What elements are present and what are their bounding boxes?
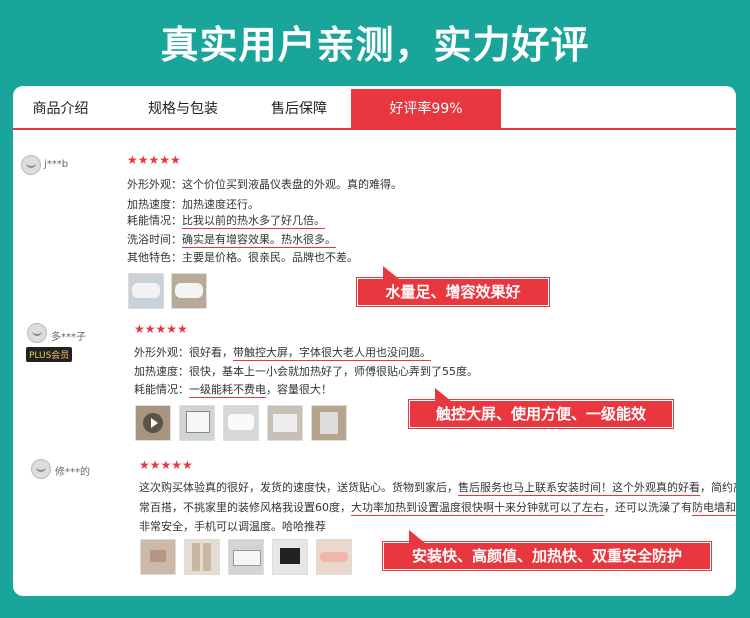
tab-product-intro[interactable]: 商品介绍: [13, 89, 108, 129]
review-line: 非常安全，手机可以调温度。哈哈推荐: [139, 520, 326, 533]
callout-banner: 水量足、增容效果好: [357, 278, 549, 306]
review-line: 常百搭，不挑家里的装修风格我设置60度，大功率加热到设置温度很快啊十来分钟就可以…: [139, 499, 736, 516]
review-line: 外形外观：这个价位买到液晶仪表盘的外观。真的难得。: [127, 178, 402, 191]
user-name: 多***子: [51, 332, 86, 343]
review-photo[interactable]: [171, 273, 207, 309]
review-card: 商品介绍 规格与包装 售后保障 好评率99% j***b ★★★★★ 外形外观：…: [13, 86, 736, 596]
review-line: 其他特色：主要是价格。很亲民。品牌也不差。: [127, 251, 358, 264]
avatar: [21, 155, 41, 175]
tab-underline: [13, 128, 736, 130]
user-name: 修***的: [55, 467, 90, 478]
review-photo[interactable]: [272, 539, 308, 575]
review-line: 耗能情况：比我以前的热水多了好几倍。: [127, 214, 325, 229]
tab-bar: 商品介绍 规格与包装 售后保障 好评率99%: [13, 89, 736, 129]
callout-banner: 安装快、高颜值、加热快、双重安全防护: [383, 542, 711, 570]
avatar: [27, 323, 47, 343]
review-line: 这次购买体验真的很好，发货的速度快，送货贴心。货物到家后，售后服务也马上联系安装…: [139, 481, 736, 496]
tab-after-sales[interactable]: 售后保障: [245, 89, 353, 129]
star-rating: ★★★★★: [134, 322, 188, 336]
review-photo[interactable]: [179, 405, 215, 441]
review-photo[interactable]: [311, 405, 347, 441]
review-photo[interactable]: [223, 405, 259, 441]
plus-member-badge: PLUS会员: [26, 347, 73, 362]
page-headline: 真实用户亲测，实力好评: [160, 23, 590, 67]
review-photo[interactable]: [228, 539, 264, 575]
star-rating: ★★★★★: [127, 153, 181, 167]
avatar: [31, 459, 51, 479]
review-line: 加热速度：加热速度还行。: [127, 198, 259, 211]
review-photo[interactable]: [267, 405, 303, 441]
review-photo[interactable]: [184, 539, 220, 575]
review-line: 耗能情况：一级能耗不费电，容量很大！: [134, 383, 332, 398]
tab-positive-rating[interactable]: 好评率99%: [351, 89, 501, 129]
review-photo[interactable]: [140, 539, 176, 575]
review-line: 加热速度：很快，基本上一小会就加热好了，师傅很贴心弄到了55度。: [134, 365, 478, 378]
play-icon: [143, 413, 163, 433]
review-photo[interactable]: [316, 539, 352, 575]
review-line: 外形外观：很好看，带触控大屏，字体很大老人用也没问题。: [134, 346, 431, 361]
tab-specs-packaging[interactable]: 规格与包装: [123, 89, 243, 129]
review-video-thumb[interactable]: [135, 405, 171, 441]
review-photo[interactable]: [128, 273, 164, 309]
review-line: 洗浴时间：确实是有增容效果。热水很多。: [127, 233, 336, 248]
star-rating: ★★★★★: [139, 458, 193, 472]
callout-banner: 触控大屏、使用方便、一级能效: [409, 400, 673, 428]
user-name: j***b: [44, 159, 69, 170]
